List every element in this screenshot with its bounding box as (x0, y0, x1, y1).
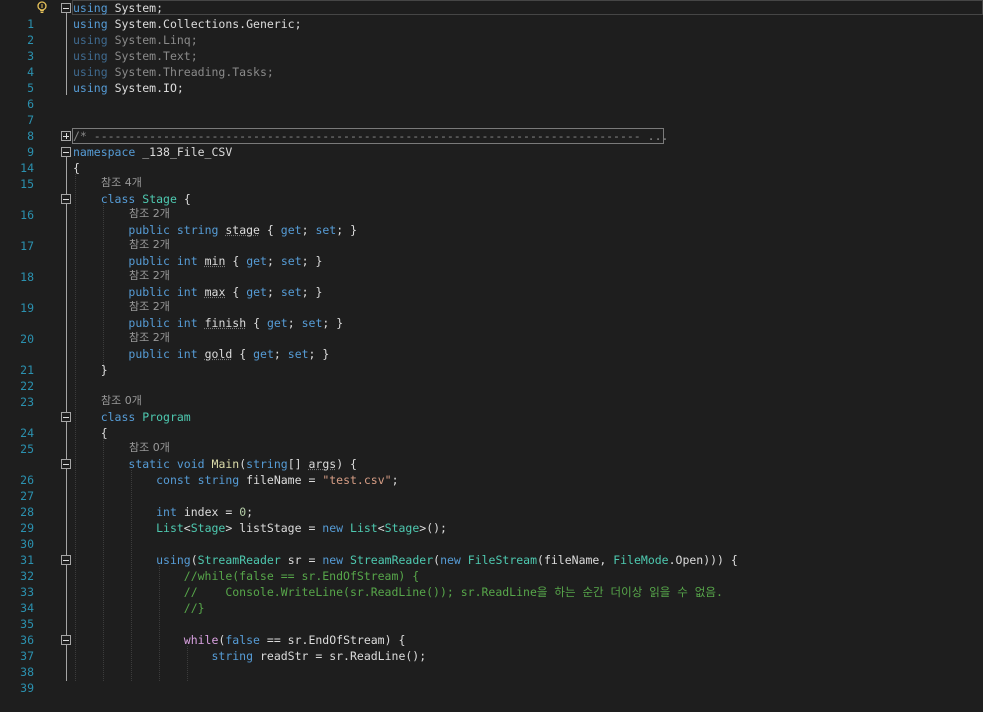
collapse-minus-icon[interactable] (61, 147, 71, 157)
code-line: 5 using System.Threading.Tasks; (0, 64, 983, 95)
reference-count[interactable]: 참조 2개 (129, 299, 170, 315)
code-line: 2 using System.Collections.Generic; (0, 16, 983, 47)
code-line: 30 List<Stage> listStage = new List<Stag… (0, 520, 983, 551)
code-line: 38 string readStr = sr.ReadLine(); (0, 648, 983, 679)
codelens-line: 참조 4개 (0, 175, 983, 191)
code-text: using System.IO; (73, 81, 184, 95)
code-line: 23 (0, 378, 983, 409)
code-line: 22 } (0, 362, 983, 393)
codelens-line: 참조 2개 (0, 299, 983, 315)
code-line: 9 /* -----------------------------------… (0, 128, 983, 159)
code-line: 25 { (0, 425, 983, 456)
code-editor[interactable]: 1 using System; 2 using System.Collectio… (0, 0, 983, 695)
code-line: 15 { (0, 160, 983, 191)
code-line: 18 public int min { get; set; } (0, 253, 983, 284)
reference-count[interactable]: 참조 2개 (129, 237, 170, 253)
reference-count[interactable]: 참조 0개 (129, 440, 170, 456)
code-line: 29 int index = 0; (0, 504, 983, 535)
code-text: public int gold { get; set; } (128, 347, 330, 361)
codelens-line: 참조 2개 (0, 237, 983, 253)
reference-count[interactable]: 참조 4개 (101, 175, 142, 191)
codelens-line: 참조 2개 (0, 330, 983, 346)
code-text: public int max { get; set; } (128, 285, 323, 299)
line-number: 39 (20, 681, 34, 695)
code-text: public int min { get; set; } (128, 254, 323, 268)
code-line: 33 //while(false == sr.EndOfStream) { (0, 568, 983, 599)
code-line: 27 const string fileName = "test.csv"; (0, 472, 983, 503)
code-text: class Stage { (100, 192, 191, 206)
collapsed-comment[interactable]: /* -------------------------------------… (73, 128, 668, 144)
collapse-minus-icon[interactable] (61, 3, 71, 13)
code-text: const string fileName = "test.csv"; (156, 473, 399, 487)
code-text: { (73, 161, 80, 175)
code-line: 1 using System; (0, 0, 983, 31)
code-line: 6 using System.IO; (0, 80, 983, 111)
code-text: while(false == sr.EndOfStream) { (183, 633, 406, 647)
code-text: int index = 0; (156, 505, 254, 519)
code-line: 35 //} (0, 600, 983, 631)
code-text: public int finish { get; set; } (128, 316, 344, 330)
codelens-line: 참조 2개 (0, 206, 983, 222)
reference-count[interactable]: 참조 2개 (129, 206, 170, 222)
code-text: // Console.WriteLine(sr.ReadLine()); sr.… (73, 585, 723, 599)
code-text: List<Stage> listStage = new List<Stage>(… (156, 521, 447, 535)
code-text: public string stage { get; set; } (128, 223, 358, 237)
code-text: using System.Text; (73, 49, 198, 63)
collapse-minus-icon[interactable] (61, 194, 71, 204)
collapse-minus-icon[interactable] (61, 635, 71, 645)
code-line: 14 namespace _138_File_CSV (0, 144, 983, 175)
collapse-minus-icon[interactable] (61, 459, 71, 469)
reference-count[interactable]: 참조 0개 (101, 393, 142, 409)
code-area[interactable]: 1 using System; 2 using System.Collectio… (0, 0, 983, 695)
codelens-line: 참조 2개 (0, 268, 983, 284)
collapse-minus-icon[interactable] (61, 412, 71, 422)
code-text: static void Main(string[] args) { (128, 457, 357, 471)
code-text: using System; (73, 1, 164, 15)
codelens-line: 참조 0개 (0, 440, 983, 456)
code-text: using(StreamReader sr = new StreamReader… (156, 553, 738, 567)
code-text: } (100, 363, 108, 377)
code-line: 7 (0, 96, 983, 127)
code-line: 21 public int gold { get; set; } (0, 346, 983, 377)
code-line: 28 (0, 488, 983, 519)
code-text: using System.Linq; (73, 33, 198, 47)
code-line: 3 using System.Linq; (0, 32, 983, 63)
code-text: using System.Collections.Generic; (73, 17, 302, 31)
code-line: 8 (0, 112, 983, 143)
code-text: using System.Threading.Tasks; (73, 65, 274, 79)
code-text: namespace _138_File_CSV (73, 145, 233, 159)
codelens-line: 참조 0개 (0, 393, 983, 409)
code-line: 34 // Console.WriteLine(sr.ReadLine()); … (0, 584, 983, 615)
code-text: string readStr = sr.ReadLine(); (211, 649, 427, 663)
code-line: 16 class Stage { (0, 191, 983, 222)
code-line: 39 (0, 664, 983, 695)
code-text: //} (73, 601, 205, 615)
code-line: 31 (0, 536, 983, 567)
code-text: //while(false == sr.EndOfStream) { (73, 569, 420, 583)
code-line: 19 public int max { get; set; } (0, 284, 983, 315)
code-line: 4 using System.Text; (0, 48, 983, 79)
code-line: 36 (0, 616, 983, 647)
code-line: 26 static void Main(string[] args) { (0, 456, 983, 487)
reference-count[interactable]: 참조 2개 (129, 268, 170, 284)
reference-count[interactable]: 참조 2개 (129, 330, 170, 346)
code-line: 17 public string stage { get; set; } (0, 222, 983, 253)
code-text: class Program (100, 410, 191, 424)
code-line: 32 using(StreamReader sr = new StreamRea… (0, 552, 983, 583)
code-line: 24 class Program (0, 409, 983, 440)
expand-plus-icon[interactable] (61, 131, 71, 141)
code-text: { (100, 426, 108, 440)
code-line: 20 public int finish { get; set; } (0, 315, 983, 346)
collapse-minus-icon[interactable] (61, 555, 71, 565)
code-line: 37 while(false == sr.EndOfStream) { (0, 632, 983, 663)
